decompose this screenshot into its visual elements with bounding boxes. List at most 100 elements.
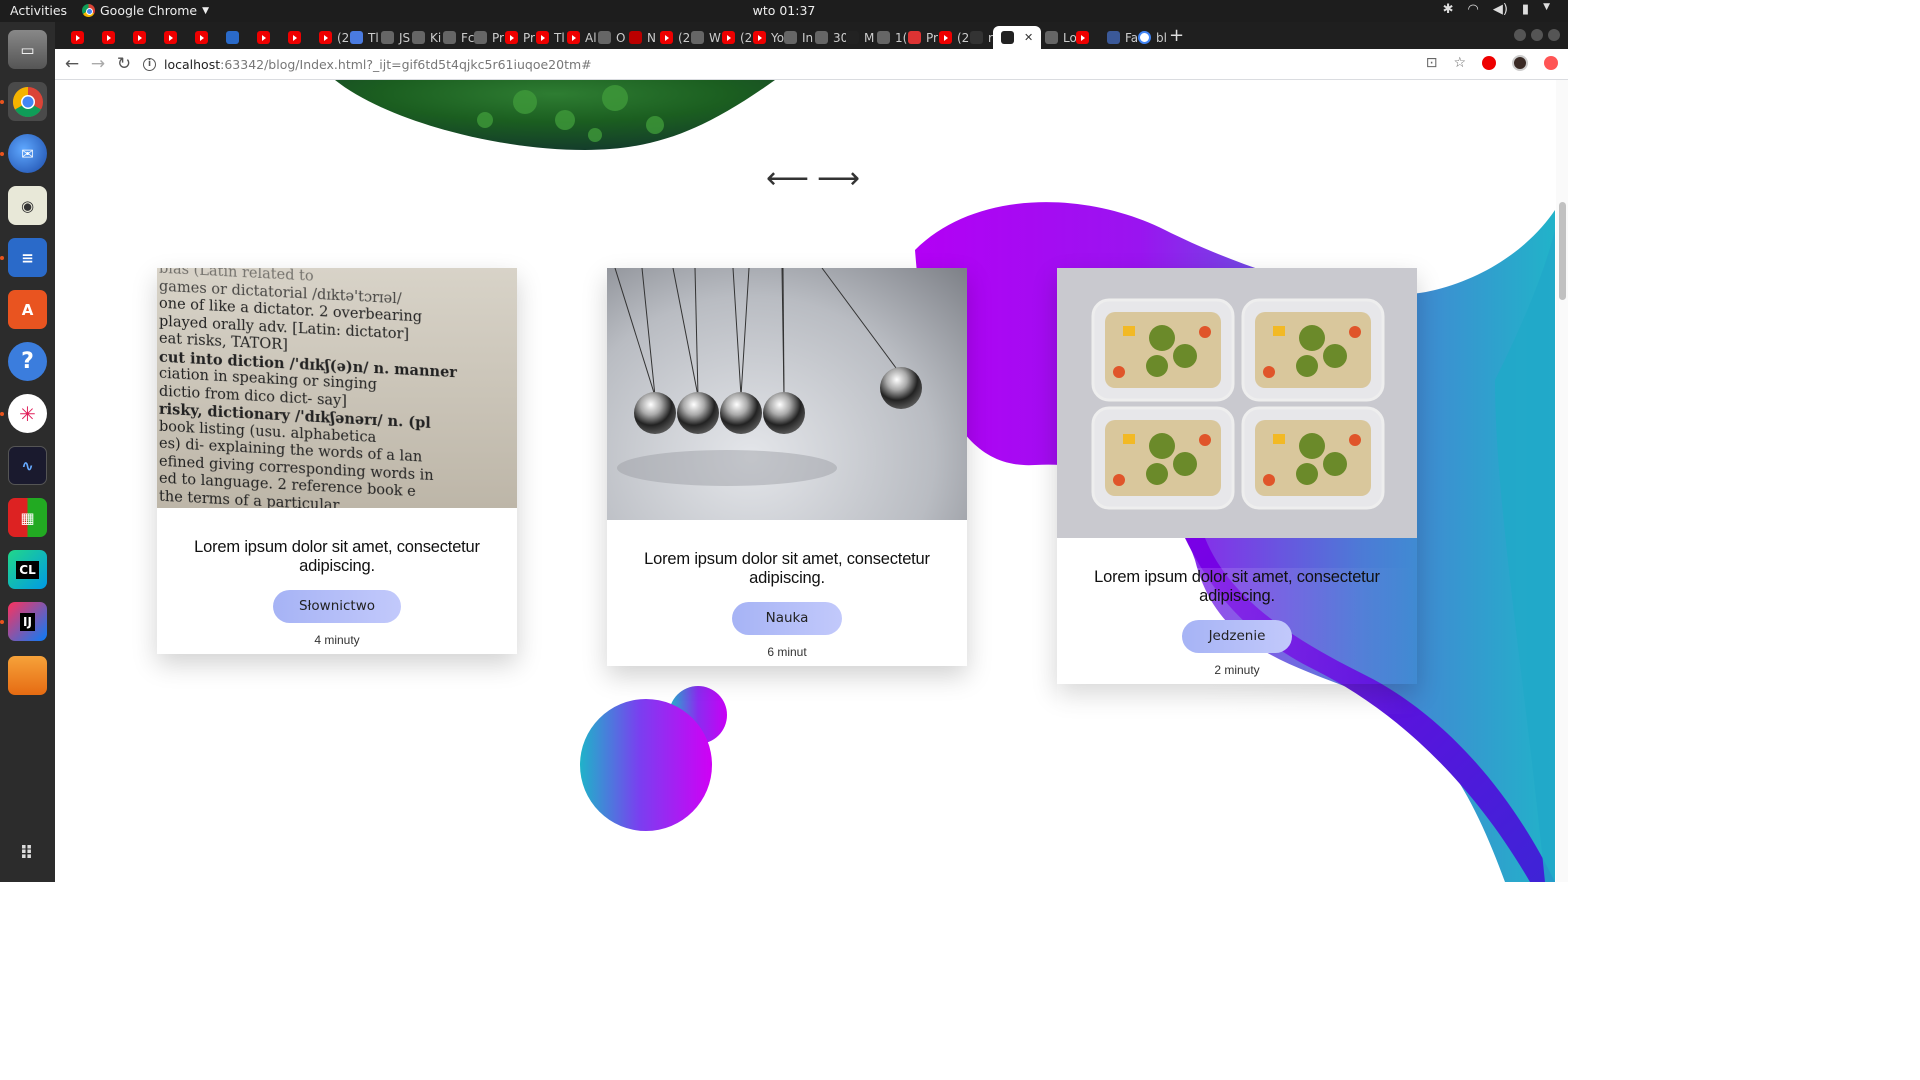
slack-icon[interactable]: ✳ bbox=[8, 394, 47, 433]
blog-card[interactable]: Lorem ipsum dolor sit amet, consectetur … bbox=[1057, 268, 1417, 714]
misc-favicon-icon bbox=[412, 31, 425, 44]
misc-favicon-icon bbox=[1045, 31, 1058, 44]
youtube-favicon-icon bbox=[195, 31, 208, 44]
browser-tab[interactable]: N bbox=[621, 26, 656, 49]
youtube-favicon-icon bbox=[567, 31, 580, 44]
nf-favicon-icon bbox=[629, 31, 642, 44]
site-info-icon[interactable]: i bbox=[143, 58, 156, 71]
extension-icon[interactable] bbox=[1482, 56, 1496, 70]
ij-active-favicon-icon bbox=[1001, 31, 1014, 44]
show-apps-grid-icon[interactable]: ⠿ bbox=[8, 834, 47, 873]
new-tab-button[interactable]: + bbox=[1169, 25, 1184, 46]
misc-favicon-icon bbox=[443, 31, 456, 44]
reload-icon[interactable]: ↻ bbox=[113, 53, 135, 75]
blog-card[interactable]: bias (Latin related to games or dictator… bbox=[157, 268, 517, 654]
slider-next-arrow[interactable]: ⟶ bbox=[817, 164, 860, 194]
minimize-icon[interactable] bbox=[1514, 29, 1526, 41]
intellij-icon[interactable]: IJ bbox=[8, 602, 47, 641]
browser-tab[interactable]: bl bbox=[1130, 26, 1167, 49]
youtube-favicon-icon bbox=[722, 31, 735, 44]
youtube-favicon-icon bbox=[257, 31, 270, 44]
ij-favicon-icon bbox=[846, 31, 859, 44]
misc-favicon-icon bbox=[815, 31, 828, 44]
youtube-favicon-icon bbox=[1076, 31, 1089, 44]
address-bar[interactable]: i localhost:63342/blog/Index.html?_ijt=g… bbox=[143, 53, 1403, 76]
rhythmbox-icon[interactable]: ◉ bbox=[8, 186, 47, 225]
back-arrow-icon[interactable]: ← bbox=[61, 53, 83, 75]
help-icon[interactable]: ? bbox=[8, 342, 47, 381]
profile-avatar[interactable] bbox=[1512, 55, 1528, 71]
software-center-icon[interactable]: A bbox=[8, 290, 47, 329]
browser-tab[interactable] bbox=[187, 26, 213, 49]
meal-prep-photo bbox=[1057, 268, 1417, 538]
read-time: 2 minuty bbox=[1214, 663, 1260, 677]
writer-icon[interactable]: ≡ bbox=[8, 238, 47, 277]
fb-favicon-icon bbox=[1107, 31, 1120, 44]
window-controls[interactable] bbox=[1514, 29, 1560, 41]
youtube-favicon-icon bbox=[102, 31, 115, 44]
browser-tab[interactable] bbox=[218, 26, 244, 49]
category-tag-button[interactable]: Jedzenie bbox=[1182, 620, 1292, 653]
volume-icon: ◀) bbox=[1492, 2, 1508, 17]
misc-favicon-icon bbox=[598, 31, 611, 44]
browser-tab[interactable] bbox=[156, 26, 182, 49]
clion-icon[interactable]: CL bbox=[8, 550, 47, 589]
url-host: localhost bbox=[164, 57, 221, 72]
browser-tab[interactable] bbox=[63, 26, 89, 49]
hero-forest-image bbox=[335, 80, 775, 150]
folder-icon[interactable] bbox=[8, 656, 47, 695]
files-drawer-icon[interactable]: ▭ bbox=[8, 30, 47, 69]
misc-favicon-icon bbox=[877, 31, 890, 44]
update-icon[interactable] bbox=[1544, 56, 1558, 70]
youtube-favicon-icon bbox=[505, 31, 518, 44]
youtube-favicon-icon bbox=[164, 31, 177, 44]
newtons-cradle-drawing bbox=[614, 268, 922, 486]
category-tag-button[interactable]: Słownictwo bbox=[272, 590, 402, 623]
decorative-large-circle bbox=[580, 699, 712, 831]
chrome-dock-icon[interactable] bbox=[8, 82, 47, 121]
misc-favicon-icon bbox=[691, 31, 704, 44]
wifi-icon: ◠ bbox=[1467, 2, 1479, 17]
bookmark-star-icon[interactable]: ☆ bbox=[1453, 55, 1466, 71]
youtube-favicon-icon bbox=[319, 31, 332, 44]
misc-favicon-icon bbox=[381, 31, 394, 44]
read-time: 6 minut bbox=[767, 645, 807, 659]
dock: ▭ ✉ ◉ ≡ A ? ✳ ∿ ▦ CL IJ ⠿ bbox=[0, 22, 55, 882]
running-indicator bbox=[0, 100, 4, 104]
battery-icon: ▮ bbox=[1521, 2, 1530, 17]
slider-prev-arrow[interactable]: ⟵ bbox=[766, 164, 809, 194]
window-close-icon[interactable] bbox=[1548, 29, 1560, 41]
browser-tab[interactable] bbox=[125, 26, 151, 49]
running-indicator bbox=[0, 412, 4, 416]
forward-arrow-icon[interactable]: → bbox=[87, 53, 109, 75]
scrollbar-thumb[interactable] bbox=[1559, 202, 1566, 300]
browser-tab[interactable] bbox=[94, 26, 120, 49]
tab-strip: (2TlJSKiFcPrPrTlAlON(2W(2YoIn30M1(Pr(2ra… bbox=[55, 22, 1568, 49]
gh-favicon-icon bbox=[970, 31, 983, 44]
browser-tab[interactable]: ✕ bbox=[993, 26, 1042, 49]
youtube-favicon-icon bbox=[71, 31, 84, 44]
tr-favicon-icon bbox=[350, 31, 363, 44]
bluetooth-icon: ✱ bbox=[1442, 2, 1454, 17]
thunderbird-icon[interactable]: ✉ bbox=[8, 134, 47, 173]
browser-tab[interactable] bbox=[280, 26, 306, 49]
clock[interactable]: wto 01:37 bbox=[0, 3, 1568, 18]
system-tray[interactable]: ✱ ◠ ◀) ▮ ▼ bbox=[1443, 2, 1550, 17]
browser-tab[interactable] bbox=[249, 26, 275, 49]
blog-card[interactable]: Lorem ipsum dolor sit amet, consectetur … bbox=[607, 268, 967, 666]
maximize-icon[interactable] bbox=[1531, 29, 1543, 41]
dictionary-photo: bias (Latin related to games or dictator… bbox=[157, 268, 517, 508]
translate-icon[interactable]: ⊡ bbox=[1426, 55, 1438, 71]
gm-favicon-icon bbox=[908, 31, 921, 44]
browser-tab[interactable] bbox=[1068, 26, 1094, 49]
close-tab-icon[interactable]: ✕ bbox=[1024, 31, 1033, 44]
office-suite-icon[interactable]: ▦ bbox=[8, 498, 47, 537]
page-scrollbar[interactable] bbox=[1556, 80, 1568, 882]
browser-toolbar: ← → ↻ i localhost:63342/blog/Index.html?… bbox=[55, 49, 1568, 80]
misc-favicon-icon bbox=[474, 31, 487, 44]
category-tag-button[interactable]: Nauka bbox=[732, 602, 842, 635]
system-monitor-icon[interactable]: ∿ bbox=[8, 446, 47, 485]
youtube-favicon-icon bbox=[133, 31, 146, 44]
url-path: :63342/blog/Index.html?_ijt=gif6td5t4qjk… bbox=[220, 57, 592, 72]
chrome-icon bbox=[12, 86, 43, 117]
